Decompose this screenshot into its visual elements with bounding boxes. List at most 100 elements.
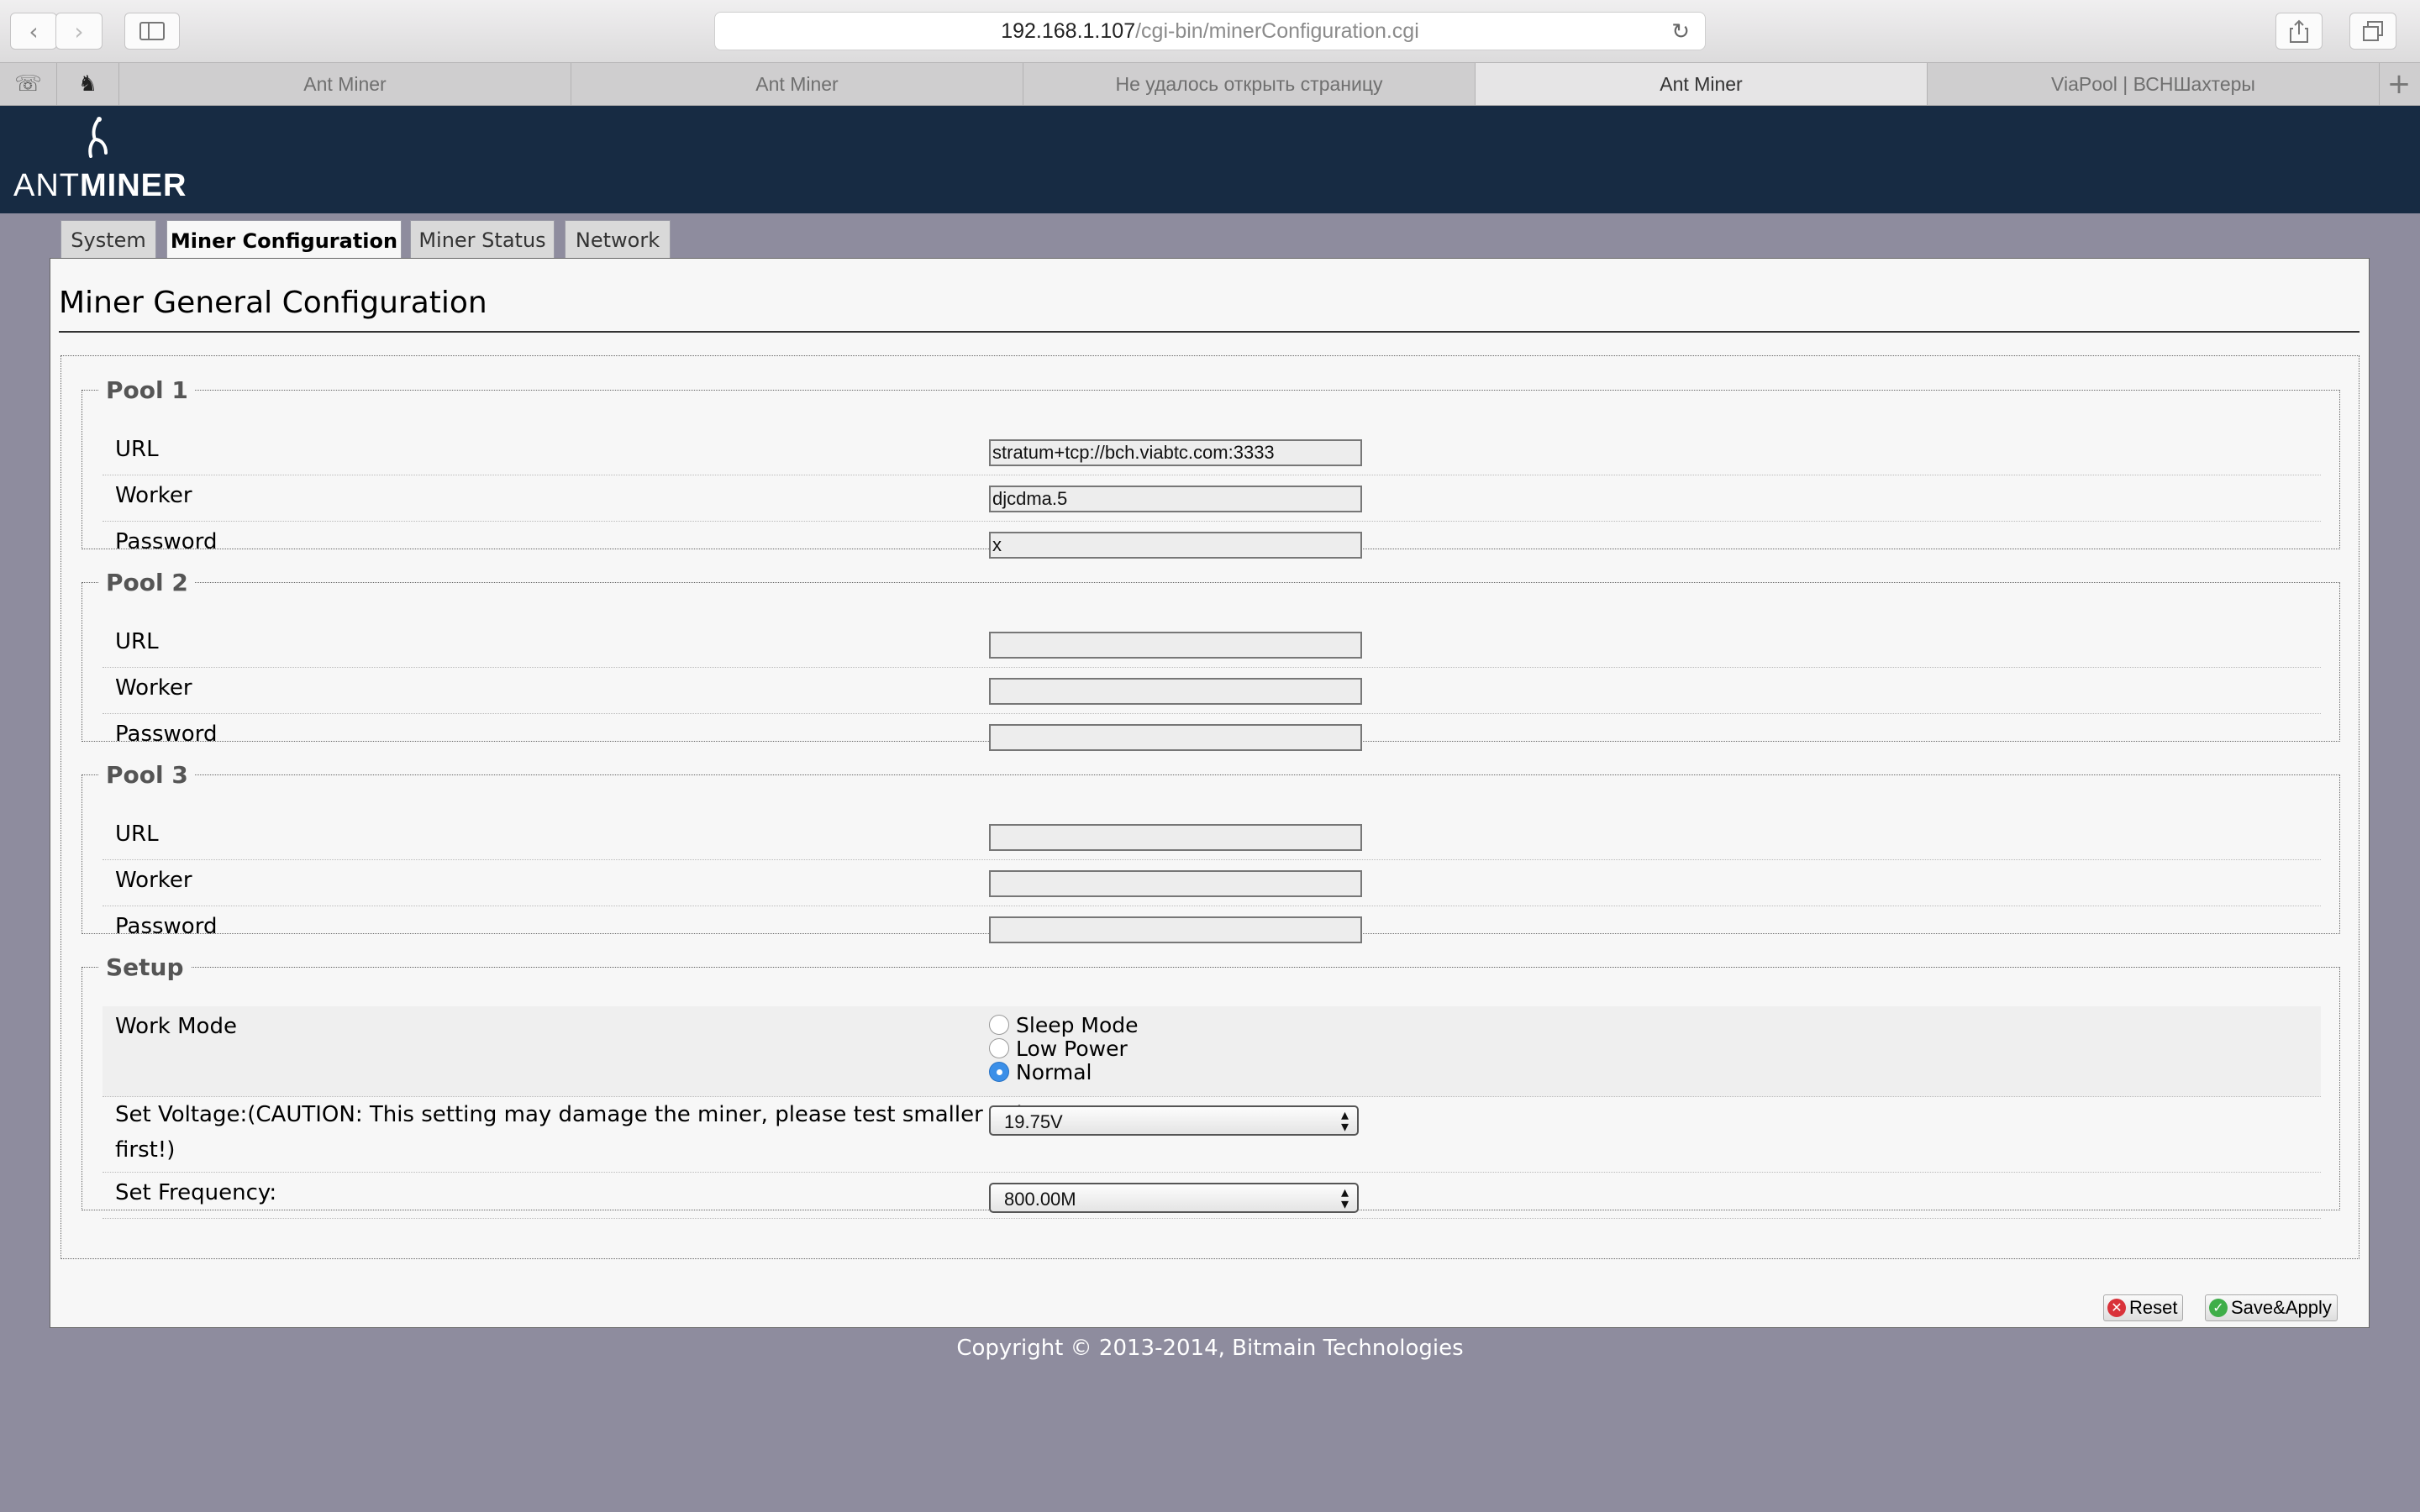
share-icon bbox=[2290, 19, 2308, 43]
pool-1-password-input[interactable] bbox=[989, 532, 1362, 559]
work-mode-option[interactable]: Normal bbox=[989, 1060, 1139, 1084]
browser-tab[interactable]: Не удалось открыть страницу bbox=[1023, 63, 1476, 105]
pool-2-legend: Pool 2 bbox=[106, 569, 188, 596]
radio-label: Normal bbox=[1016, 1059, 1092, 1084]
pool-2-worker-row: Worker bbox=[103, 668, 2321, 714]
pool-1-url-input[interactable] bbox=[989, 439, 1362, 466]
pool-3-section: Pool 3 URL Worker Password bbox=[82, 761, 2340, 943]
antminer-logo[interactable]: ANTMINER bbox=[13, 117, 186, 203]
sidebar-icon bbox=[139, 22, 165, 40]
worker-label: Worker bbox=[115, 675, 192, 701]
save-apply-button[interactable]: ✓ Save&Apply bbox=[2205, 1294, 2338, 1321]
pool-1-legend: Pool 1 bbox=[106, 376, 188, 404]
back-button[interactable]: ‹ bbox=[10, 13, 57, 50]
page-title: Miner General Configuration bbox=[59, 286, 487, 320]
work-mode-row: Work Mode Sleep Mode Low Power Normal bbox=[103, 1006, 2321, 1097]
browser-tab[interactable]: Ant Miner bbox=[571, 63, 1023, 105]
radio-label: Sleep Mode bbox=[1016, 1012, 1139, 1037]
password-label: Password bbox=[115, 722, 218, 747]
chevron-right-icon: › bbox=[74, 17, 84, 45]
voltage-row: Set Voltage:(CAUTION: This setting may d… bbox=[103, 1097, 2321, 1173]
work-mode-label: Work Mode bbox=[115, 1014, 237, 1039]
reset-label: Reset bbox=[2129, 1297, 2178, 1318]
pool-1-worker-row: Worker bbox=[103, 475, 2321, 522]
password-label: Password bbox=[115, 914, 218, 939]
close-icon: ✕ bbox=[2107, 1299, 2126, 1317]
pool-3-url-input[interactable] bbox=[989, 824, 1362, 851]
work-mode-option[interactable]: Low Power bbox=[989, 1036, 1139, 1061]
updown-icon: ▴ ▾ bbox=[1340, 1106, 1349, 1135]
pinned-tab-1[interactable]: ☏ bbox=[0, 63, 57, 105]
browser-toolbar: ‹ › 192.168.1.107/cgi-bin/minerConfigura… bbox=[0, 0, 2420, 63]
page-header: ANTMINER bbox=[0, 106, 2420, 213]
voltage-select[interactable]: 19.75V ▴ ▾ bbox=[989, 1105, 1359, 1136]
pool-2-section: Pool 2 URL Worker Password bbox=[82, 569, 2340, 751]
browser-tab[interactable]: ViaPool | ВСНШахтеры bbox=[1928, 63, 2380, 105]
check-icon: ✓ bbox=[2209, 1299, 2228, 1317]
pool-3-password-input[interactable] bbox=[989, 916, 1362, 943]
sidebar-toggle-button[interactable] bbox=[124, 13, 180, 50]
radio-label: Low Power bbox=[1016, 1036, 1128, 1061]
forward-button[interactable]: › bbox=[55, 13, 103, 50]
frequency-select[interactable]: 800.00M ▴ ▾ bbox=[989, 1183, 1359, 1213]
pool-1-worker-input[interactable] bbox=[989, 486, 1362, 512]
url-host: 192.168.1.107 bbox=[1001, 18, 1136, 43]
chevron-left-icon: ‹ bbox=[29, 17, 39, 45]
pool-2-password-input[interactable] bbox=[989, 724, 1362, 751]
radio-sleep-mode[interactable] bbox=[989, 1015, 1009, 1035]
tab-miner-configuration[interactable]: Miner Configuration bbox=[166, 220, 402, 260]
config-form-frame: Pool 1 URL Worker Password Pool 2 URL W bbox=[60, 355, 2360, 1259]
frequency-row: Set Frequency: 800.00M ▴ ▾ bbox=[103, 1173, 2321, 1219]
updown-icon: ▴ ▾ bbox=[1340, 1184, 1349, 1212]
pinned-tab-2[interactable]: ♞ bbox=[57, 63, 119, 105]
worker-label: Worker bbox=[115, 483, 192, 508]
url-label: URL bbox=[115, 629, 159, 654]
plus-icon: + bbox=[2386, 67, 2412, 101]
url-label: URL bbox=[115, 437, 159, 462]
voltage-label: Set Voltage:(CAUTION: This setting may d… bbox=[115, 1102, 1050, 1163]
pool-1-password-row: Password bbox=[103, 522, 2321, 568]
pool-2-url-row: URL bbox=[103, 622, 2321, 668]
pool-3-legend: Pool 3 bbox=[106, 761, 188, 789]
pool-1-url-row: URL bbox=[103, 429, 2321, 475]
pool-2-url-input[interactable] bbox=[989, 632, 1362, 659]
browser-tab-active[interactable]: Ant Miner bbox=[1476, 63, 1928, 105]
frequency-value: 800.00M bbox=[1004, 1189, 1076, 1210]
tab-system[interactable]: System bbox=[60, 220, 156, 259]
setup-legend: Setup bbox=[106, 953, 184, 981]
reset-button[interactable]: ✕ Reset bbox=[2103, 1294, 2184, 1321]
pool-2-worker-input[interactable] bbox=[989, 678, 1362, 705]
configuration-panel: Miner General Configuration Pool 1 URL W… bbox=[50, 258, 2370, 1328]
title-divider bbox=[59, 331, 2360, 333]
pinned-site-icon: ☏ bbox=[14, 71, 42, 97]
pool-3-url-row: URL bbox=[103, 814, 2321, 860]
pool-2-password-row: Password bbox=[103, 714, 2321, 760]
reload-icon[interactable]: ↻ bbox=[1671, 18, 1690, 45]
new-tab-button[interactable]: + bbox=[2378, 63, 2420, 105]
radio-low-power[interactable] bbox=[989, 1038, 1009, 1058]
tab-miner-status[interactable]: Miner Status bbox=[410, 220, 555, 259]
worker-label: Worker bbox=[115, 868, 192, 893]
tab-network[interactable]: Network bbox=[565, 220, 671, 259]
copyright-footer: Copyright © 2013-2014, Bitmain Technolog… bbox=[956, 1336, 1464, 1361]
ant-logo-icon bbox=[88, 117, 108, 158]
radio-normal[interactable] bbox=[989, 1062, 1009, 1082]
logo-text: ANTMINER bbox=[13, 168, 187, 203]
tabs-overview-button[interactable] bbox=[2349, 13, 2396, 50]
password-label: Password bbox=[115, 529, 218, 554]
work-mode-option[interactable]: Sleep Mode bbox=[989, 1013, 1139, 1037]
url-label: URL bbox=[115, 822, 159, 847]
share-button[interactable] bbox=[2275, 13, 2323, 50]
browser-tab-bar: ☏ ♞ Ant Miner Ant Miner Не удалось откры… bbox=[0, 63, 2420, 106]
frequency-label: Set Frequency: bbox=[115, 1180, 277, 1205]
address-bar[interactable]: 192.168.1.107/cgi-bin/minerConfiguration… bbox=[714, 12, 1706, 50]
pool-3-worker-input[interactable] bbox=[989, 870, 1362, 897]
url-path: /cgi-bin/minerConfiguration.cgi bbox=[1135, 18, 1419, 43]
tabs-icon bbox=[2363, 21, 2383, 41]
pool-1-section: Pool 1 URL Worker Password bbox=[82, 376, 2340, 559]
browser-tab[interactable]: Ant Miner bbox=[119, 63, 571, 105]
pinned-site-icon: ♞ bbox=[77, 71, 98, 97]
save-apply-label: Save&Apply bbox=[2231, 1297, 2332, 1318]
pool-3-password-row: Password bbox=[103, 906, 2321, 953]
work-mode-radio-group: Sleep Mode Low Power Normal bbox=[989, 1013, 1139, 1084]
